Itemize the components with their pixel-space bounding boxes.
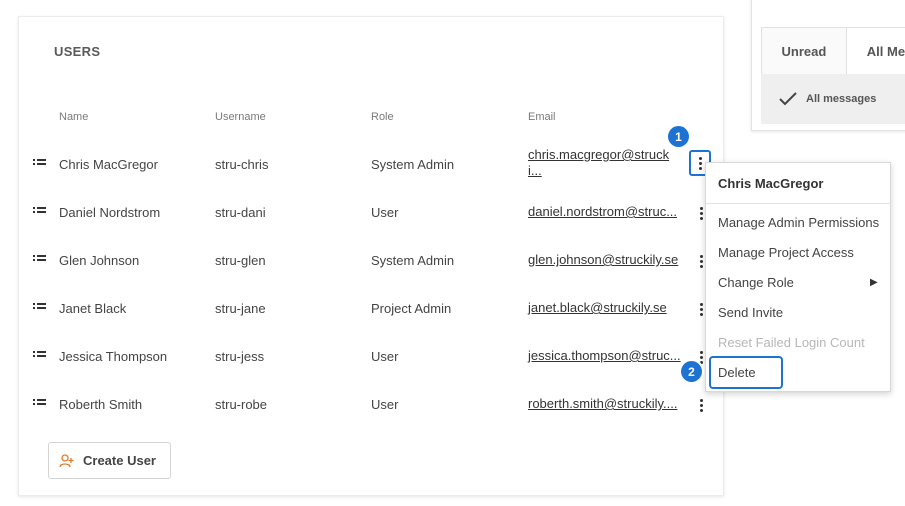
user-role: Project Admin xyxy=(371,301,452,316)
user-actions-menu: Chris MacGregor Manage Admin Permissions… xyxy=(705,162,891,392)
all-messages-filter[interactable]: All messages xyxy=(761,74,905,124)
tab-unread[interactable]: Unread xyxy=(762,28,847,74)
user-name: Glen Johnson xyxy=(59,253,140,268)
user-email-link[interactable]: chris.macgregor@struck i... xyxy=(528,147,669,179)
submenu-arrow-icon: ▶ xyxy=(870,277,878,288)
users-title: USERS xyxy=(54,44,101,59)
callout-badge-1: 1 xyxy=(668,126,689,147)
user-role: System Admin xyxy=(371,157,455,172)
table-row[interactable]: Jessica Thompson stru-jess User jessica.… xyxy=(19,333,725,381)
user-email-line: chris.macgregor@struck xyxy=(528,147,670,162)
messages-tabs: Unread All Me xyxy=(761,27,905,74)
checkmark-icon xyxy=(779,92,797,106)
user-username: stru-glen xyxy=(215,253,266,268)
kebab-icon xyxy=(699,350,703,364)
row-actions-button[interactable] xyxy=(691,392,711,418)
user-role: User xyxy=(371,349,399,364)
user-name: Chris MacGregor xyxy=(59,157,158,172)
user-email-link[interactable]: janet.black@struckily.se xyxy=(528,300,667,316)
drag-handle-icon[interactable] xyxy=(33,398,47,410)
user-email-link[interactable]: jessica.thompson@struc... xyxy=(528,348,681,364)
kebab-icon xyxy=(699,302,703,316)
table-row[interactable]: Glen Johnson stru-glen System Admin glen… xyxy=(19,237,725,285)
user-username: stru-dani xyxy=(215,205,266,220)
column-header-email[interactable]: Email xyxy=(528,111,556,123)
messages-panel: Unread All Me All messages xyxy=(751,0,905,131)
user-username: stru-jess xyxy=(215,349,265,364)
user-username: stru-chris xyxy=(215,157,269,172)
user-role: User xyxy=(371,397,399,412)
user-role: System Admin xyxy=(371,253,455,268)
users-card: USERS Name Username Role Email Chris Mac… xyxy=(18,16,724,496)
menu-item-send-invite[interactable]: Send Invite xyxy=(718,305,783,320)
drag-handle-icon[interactable] xyxy=(33,254,47,266)
table-row[interactable]: Daniel Nordstrom stru-dani User daniel.n… xyxy=(19,189,725,237)
kebab-icon xyxy=(699,206,703,220)
user-username: stru-jane xyxy=(215,301,266,316)
drag-handle-icon[interactable] xyxy=(33,302,47,314)
create-user-button[interactable]: Create User xyxy=(48,442,171,479)
create-user-label: Create User xyxy=(83,453,156,468)
table-row[interactable]: Janet Black stru-jane Project Admin jane… xyxy=(19,285,725,333)
drag-handle-icon[interactable] xyxy=(33,350,47,362)
kebab-icon xyxy=(698,156,702,170)
kebab-icon xyxy=(699,254,703,268)
callout-badge-2: 2 xyxy=(681,361,702,382)
user-email-link[interactable]: daniel.nordstrom@struc... xyxy=(528,204,677,220)
add-user-icon xyxy=(59,453,74,467)
user-name: Roberth Smith xyxy=(59,397,143,412)
column-header-name[interactable]: Name xyxy=(59,111,88,123)
filter-label: All messages xyxy=(806,93,877,105)
column-header-username[interactable]: Username xyxy=(215,111,266,123)
menu-item-reset-failed-login-count: Reset Failed Login Count xyxy=(718,335,865,350)
user-username: stru-robe xyxy=(215,397,268,412)
menu-item-manage-admin-permissions[interactable]: Manage Admin Permissions xyxy=(718,215,879,230)
menu-item-manage-project-access[interactable]: Manage Project Access xyxy=(718,245,854,260)
user-role: User xyxy=(371,205,399,220)
tab-all-messages[interactable]: All Me xyxy=(847,28,905,74)
column-header-role[interactable]: Role xyxy=(371,111,394,123)
menu-divider xyxy=(706,203,890,204)
user-email-link[interactable]: roberth.smith@struckily.... xyxy=(528,396,678,412)
user-name: Daniel Nordstrom xyxy=(59,205,161,220)
user-name: Jessica Thompson xyxy=(59,349,168,364)
menu-item-change-role[interactable]: Change Role xyxy=(718,275,794,290)
user-name: Janet Black xyxy=(59,301,127,316)
menu-header: Chris MacGregor xyxy=(718,176,824,191)
kebab-icon xyxy=(699,398,703,412)
user-email-line: i... xyxy=(528,163,542,178)
drag-handle-icon[interactable] xyxy=(33,158,47,170)
user-email-link[interactable]: glen.johnson@struckily.se xyxy=(528,252,678,268)
drag-handle-icon[interactable] xyxy=(33,206,47,218)
table-row[interactable]: Roberth Smith stru-robe User roberth.smi… xyxy=(19,381,725,429)
menu-item-delete[interactable]: Delete xyxy=(718,365,756,380)
table-row[interactable]: Chris MacGregor stru-chris System Admin … xyxy=(19,141,725,189)
